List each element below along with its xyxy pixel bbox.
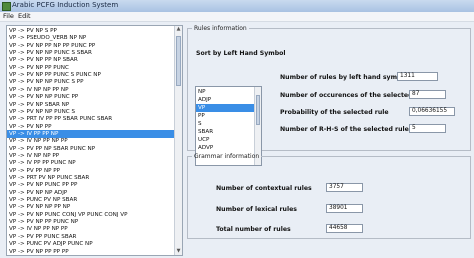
- lhs-item[interactable]: PP: [196, 112, 256, 120]
- rules-information-panel: Rules information Sort by Left Hand Symb…: [187, 25, 471, 166]
- total-rules-label: Total number of rules: [216, 226, 291, 233]
- rhs-label: Number of R-H-S of the selected rule: [280, 126, 409, 133]
- contextual-rules-field[interactable]: 3757: [326, 183, 363, 192]
- occurrences-label: Number of occurences of the selected rul…: [280, 92, 429, 99]
- menu-edit[interactable]: Edit: [18, 12, 31, 21]
- probability-field[interactable]: 0,06636155: [409, 107, 455, 116]
- probability-label: Probability of the selected rule: [280, 109, 389, 116]
- app-icon: [2, 2, 11, 11]
- lhs-item[interactable]: UCP: [196, 136, 256, 144]
- lhs-item[interactable]: NP: [196, 88, 256, 96]
- lexical-rules-label: Number of lexical rules: [216, 206, 297, 213]
- menu-bar: File Edit: [0, 12, 474, 22]
- scroll-down-icon[interactable]: ▼: [175, 248, 182, 255]
- occurrences-field[interactable]: 87: [409, 90, 446, 99]
- total-rules-field[interactable]: 44658: [326, 224, 363, 233]
- rules-scrollbar[interactable]: ▲ ▼: [174, 26, 182, 255]
- rules-information-legend: Rules information: [194, 25, 247, 32]
- window-title: Arabic PCFG Induction System: [12, 1, 119, 9]
- rule-item[interactable]: VP -> PV NP PP PP PP: [7, 248, 176, 256]
- lhs-item[interactable]: ADVP: [196, 144, 256, 152]
- rules-list[interactable]: VP -> PV NP S PP VP -> PSEUDO_VERB NP NP V…: [6, 25, 183, 256]
- lhs-item[interactable]: ADJP: [196, 96, 256, 104]
- lhs-scroll-thumb[interactable]: [256, 95, 260, 125]
- rhs-field[interactable]: 5: [409, 124, 446, 133]
- scroll-up-icon[interactable]: ▲: [175, 26, 182, 33]
- application-window: Arabic PCFG Induction System File Edit V…: [0, 0, 474, 258]
- grammar-information-legend: Grammar information: [194, 153, 260, 160]
- menu-file[interactable]: File: [3, 12, 14, 21]
- grammar-information-panel: Grammar information Number of contextual…: [187, 153, 471, 239]
- num-rules-label: Number of rules by left hand symbol: [280, 74, 408, 81]
- lhs-item[interactable]: VP: [196, 104, 256, 112]
- contextual-rules-label: Number of contextual rules: [216, 185, 312, 192]
- lexical-rules-field[interactable]: 38901: [326, 204, 363, 213]
- sort-label: Sort by Left Hand Symbol: [196, 50, 286, 57]
- num-rules-field[interactable]: 1311: [397, 72, 438, 81]
- lhs-item[interactable]: S: [196, 120, 256, 128]
- rules-scroll-thumb[interactable]: [176, 36, 181, 86]
- lhs-item[interactable]: SBAR: [196, 128, 256, 136]
